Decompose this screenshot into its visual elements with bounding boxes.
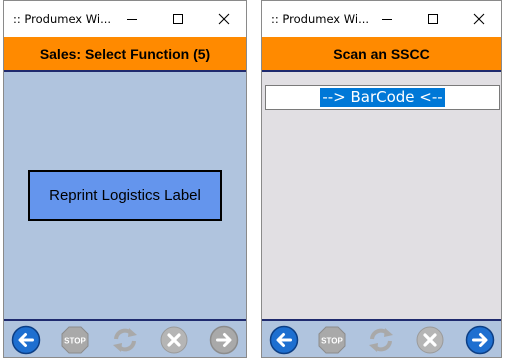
- function-list-panel: Reprint Logistics Label: [4, 72, 246, 319]
- right-window: :: Produmex Wi... Scan an SSCC --> BarCo…: [261, 0, 502, 358]
- back-button[interactable]: [11, 325, 41, 355]
- reprint-logistics-label-button[interactable]: Reprint Logistics Label: [28, 170, 222, 221]
- maximize-icon: [428, 14, 438, 24]
- footer-toolbar: STOP: [4, 319, 246, 357]
- cancel-icon: [416, 326, 444, 354]
- left-window-titlebar[interactable]: :: Produmex Wi...: [4, 1, 246, 37]
- right-window-titlebar[interactable]: :: Produmex Wi...: [262, 1, 501, 37]
- cancel-button[interactable]: [159, 325, 189, 355]
- stop-button[interactable]: STOP: [60, 325, 90, 355]
- minimize-icon: [382, 19, 392, 20]
- close-icon: [473, 13, 485, 25]
- left-window: :: Produmex Wi... Sales: Select Function…: [3, 0, 247, 358]
- minimize-icon: [127, 19, 137, 20]
- barcode-input[interactable]: --> BarCode <--: [265, 85, 500, 110]
- page-header: Scan an SSCC: [262, 37, 501, 72]
- maximize-button[interactable]: [409, 1, 457, 37]
- window-title: :: Produmex Wi...: [271, 12, 370, 26]
- back-arrow-icon: [269, 325, 299, 355]
- next-button[interactable]: [465, 325, 495, 355]
- close-button[interactable]: [202, 1, 246, 37]
- close-button[interactable]: [457, 1, 501, 37]
- maximize-button[interactable]: [154, 1, 202, 37]
- svg-text:STOP: STOP: [64, 337, 86, 346]
- minimize-button[interactable]: [365, 1, 409, 37]
- refresh-icon: [113, 328, 137, 352]
- refresh-button[interactable]: [366, 325, 396, 355]
- back-button[interactable]: [269, 325, 299, 355]
- back-arrow-icon: [11, 325, 41, 355]
- stop-button[interactable]: STOP: [317, 325, 347, 355]
- cancel-icon: [160, 326, 188, 354]
- forward-arrow-icon: [465, 325, 495, 355]
- next-button[interactable]: [209, 325, 239, 355]
- scan-panel: --> BarCode <--: [262, 72, 501, 319]
- forward-arrow-icon: [209, 325, 239, 355]
- svg-text:STOP: STOP: [321, 337, 343, 346]
- stop-icon: STOP: [61, 326, 89, 354]
- barcode-input-value: --> BarCode <--: [320, 88, 445, 107]
- stop-icon: STOP: [318, 326, 346, 354]
- refresh-icon: [369, 328, 393, 352]
- cancel-button[interactable]: [415, 325, 445, 355]
- refresh-button[interactable]: [110, 325, 140, 355]
- close-icon: [218, 13, 230, 25]
- footer-toolbar: STOP: [262, 319, 501, 357]
- minimize-button[interactable]: [110, 1, 154, 37]
- maximize-icon: [173, 14, 183, 24]
- window-title: :: Produmex Wi...: [13, 12, 112, 26]
- page-header: Sales: Select Function (5): [4, 37, 246, 72]
